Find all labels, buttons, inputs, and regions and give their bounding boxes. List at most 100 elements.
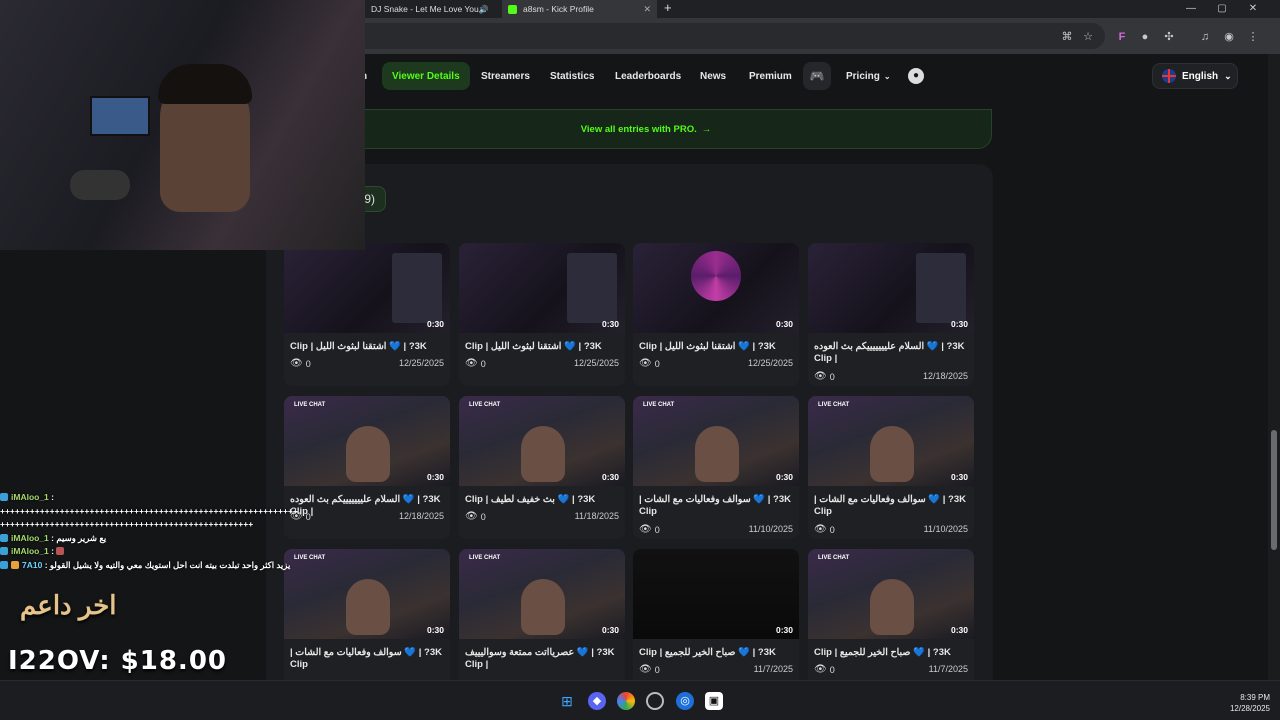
address-bar[interactable] — [365, 23, 1105, 49]
views-count: 0 — [480, 358, 486, 369]
minimize-button[interactable]: — — [1176, 0, 1206, 18]
clip-thumbnail[interactable]: LIVE CHAT 0:30 — [459, 549, 625, 639]
clip-title[interactable]: 3K? | 💙 اشتقنا لبثوث الليل | Clip — [639, 341, 793, 353]
nav-item-premium[interactable]: Premium — [749, 60, 792, 92]
clip-title[interactable]: 3K? | 💙 سوالف وفعاليات مع الشات | Clip — [290, 647, 444, 671]
clip-views: 👁 0 — [639, 524, 660, 535]
clip-thumbnail[interactable]: LIVE CHAT 0:30 — [459, 396, 625, 486]
clip-title[interactable]: 3K? | 💙 صباح الخير للجميع | Clip — [814, 647, 968, 659]
clip-card[interactable]: LIVE CHAT 0:30 3K? | 💙 عصريااتت ممتعة وسوا… — [459, 549, 625, 692]
discord-icon[interactable]: 🎮 — [803, 62, 831, 90]
nav-item-leaderboards[interactable]: Leaderboards — [615, 60, 681, 92]
live-chat-overlay-text: LIVE CHAT — [818, 402, 850, 408]
clip-duration: 0:30 — [950, 319, 968, 329]
store-taskbar-icon[interactable]: ▣ — [705, 692, 723, 710]
clip-title[interactable]: 3K? | 💙 اشتقنا لبثوث الليل | Clip — [465, 341, 619, 353]
chrome-taskbar-icon[interactable] — [617, 692, 635, 710]
clip-thumbnail[interactable]: 0:30 — [459, 243, 625, 333]
clip-thumbnail[interactable]: LIVE CHAT 0:30 — [808, 396, 974, 486]
clip-title[interactable]: 3K? | 💙 سوالف وفعاليات مع الشات | Clip — [814, 494, 968, 518]
language-label: English — [1182, 70, 1219, 82]
system-clock[interactable]: 8:39 PM 12/28/2025 — [1230, 692, 1270, 714]
clip-card[interactable]: 0:30 3K? | 💙 اشتقنا لبثوث الليل | Clip 👁 0 1… — [633, 243, 799, 386]
live-chat-overlay-text: LIVE CHAT — [469, 402, 501, 408]
eye-icon: 👁 — [290, 358, 303, 369]
clip-duration: 0:30 — [601, 319, 619, 329]
user-account-icon[interactable]: ● — [902, 62, 930, 90]
clip-thumbnail[interactable]: LIVE CHAT 0:30 — [284, 396, 450, 486]
media-control-icon[interactable]: ♫ — [1197, 29, 1213, 45]
tab-music[interactable]: DJ Snake - Let Me Love You 🔊 ✕ — [365, 0, 498, 18]
clip-card[interactable]: LIVE CHAT 0:30 3K? | 💙 صباح الخير للجميع |… — [808, 549, 974, 692]
close-icon[interactable]: ✕ — [643, 4, 651, 15]
views-count: 0 — [829, 371, 835, 382]
clip-title[interactable]: 3K? | 💙 عصريااتت ممتعة وسواليييف | Clip — [465, 647, 619, 671]
clip-card[interactable]: LIVE CHAT 0:30 3K? | 💙 سوالف وفعاليات مع ا… — [808, 396, 974, 539]
views-count: 0 — [654, 524, 660, 535]
extension-f-icon[interactable]: F — [1114, 29, 1130, 45]
obs-taskbar-icon[interactable] — [646, 692, 664, 710]
clip-card[interactable]: 0:30 3K? | 💙 اشتقنا لبثوث الليل | Clip 👁 0 1… — [284, 243, 450, 386]
bookmark-star-icon[interactable]: ☆ — [1080, 29, 1096, 45]
audio-icon[interactable]: 🔊 — [479, 5, 489, 14]
chat-message: ++++++++++++++++++++++++++++++++++++++++… — [0, 519, 254, 529]
nav-item-pricing[interactable]: Pricing ⌄ — [846, 60, 891, 92]
clip-thumbnail[interactable]: 0:30 — [808, 243, 974, 333]
clip-thumbnail[interactable]: LIVE CHAT 0:30 — [633, 396, 799, 486]
nav-item-statistics[interactable]: Statistics — [550, 60, 594, 92]
windows-start-icon[interactable]: ⊞ — [558, 692, 576, 710]
maximize-button[interactable]: ▢ — [1207, 0, 1237, 18]
clip-date: 11/10/2025 — [748, 524, 793, 534]
clip-card[interactable]: LIVE CHAT 0:30 3K? | 💙 سوالف وفعاليات مع ا… — [633, 396, 799, 539]
tab-kick-profile[interactable]: a8sm - Kick Profile ✕ — [502, 0, 657, 18]
clip-card[interactable]: 0:30 3K? | 💙 اشتقنا لبثوث الليل | Clip 👁 0 1… — [459, 243, 625, 386]
nav-item-streamers[interactable]: Streamers — [481, 60, 530, 92]
streamer-face — [870, 579, 914, 635]
streamer-face — [521, 426, 565, 482]
extension-cookie-icon[interactable]: ● — [1137, 29, 1153, 45]
clip-thumbnail[interactable]: 0:30 — [633, 243, 799, 333]
clip-card[interactable]: 0:30 3K? | 💙 صباح الخير للجميع | Clip 👁 0 11… — [633, 549, 799, 692]
new-tab-button[interactable]: + — [664, 0, 672, 18]
clip-duration: 0:30 — [426, 625, 444, 635]
clip-card[interactable]: 0:30 3K? | 💙 السلام عليييييييكم بث العوده… — [808, 243, 974, 386]
clock-date: 12/28/2025 — [1229, 704, 1270, 713]
clip-thumbnail[interactable]: 0:30 — [633, 549, 799, 639]
chat-line: iMAloo_1 : — [0, 546, 300, 560]
views-count: 0 — [654, 664, 660, 675]
app-taskbar-icon[interactable]: ◎ — [676, 692, 694, 710]
views-count: 0 — [305, 358, 311, 369]
nav-item-news[interactable]: News — [700, 60, 726, 92]
eye-icon: 👁 — [814, 524, 827, 535]
extensions-puzzle-icon[interactable]: ✣ — [1161, 29, 1177, 45]
clip-title[interactable]: 3K? | 💙 سوالف وفعاليات مع الشات | Clip — [639, 494, 793, 518]
badge-icon — [0, 533, 8, 542]
pricing-label: Pricing — [846, 70, 880, 82]
clip-title[interactable]: 3K? | 💙 السلام عليييييييكم بث العوده | C… — [814, 341, 968, 365]
clip-title[interactable]: 3K? | 💙 اشتقنا لبثوث الليل | Clip — [290, 341, 444, 353]
clip-thumbnail[interactable]: LIVE CHAT 0:30 — [284, 549, 450, 639]
browser-menu-icon[interactable]: ⋮ — [1245, 29, 1261, 45]
translate-icon[interactable]: ⌘ — [1059, 29, 1075, 45]
chat-line: iMAloo_1 : يع شرير وسيم — [0, 533, 300, 547]
clip-duration: 0:30 — [601, 472, 619, 482]
clip-title[interactable]: 3K? | 💙 صباح الخير للجميع | Clip — [639, 647, 793, 659]
view-all-entries-link[interactable]: View all entries with PRO. → — [300, 109, 992, 149]
streamer-face — [346, 579, 390, 635]
language-selector[interactable]: English ⌄ — [1152, 63, 1238, 89]
nav-item-viewer-details[interactable]: Viewer Details — [382, 62, 470, 90]
views-count: 0 — [480, 511, 486, 522]
clip-card[interactable]: LIVE CHAT 0:30 3K? | 💙 بث خفيف لطيف | Clip… — [459, 396, 625, 539]
clip-date: 11/7/2025 — [753, 664, 793, 674]
clip-card[interactable]: LIVE CHAT 0:30 3K? | 💙 السلام عليييييييكم … — [284, 396, 450, 539]
scrollbar-thumb[interactable] — [1271, 430, 1277, 550]
clip-card[interactable]: LIVE CHAT 0:30 3K? | 💙 سوالف وفعاليات مع ا… — [284, 549, 450, 692]
page-scrollbar[interactable] — [1268, 54, 1280, 680]
clip-thumbnail[interactable]: LIVE CHAT 0:30 — [808, 549, 974, 639]
close-window-button[interactable]: ✕ — [1238, 0, 1268, 18]
profile-avatar-icon[interactable]: ◉ — [1221, 29, 1237, 45]
clip-title[interactable]: 3K? | 💙 بث خفيف لطيف | Clip — [465, 494, 619, 506]
clip-views: 👁 0 — [290, 358, 311, 369]
discord-taskbar-icon[interactable]: ◆ — [588, 692, 606, 710]
clip-thumbnail[interactable]: 0:30 — [284, 243, 450, 333]
